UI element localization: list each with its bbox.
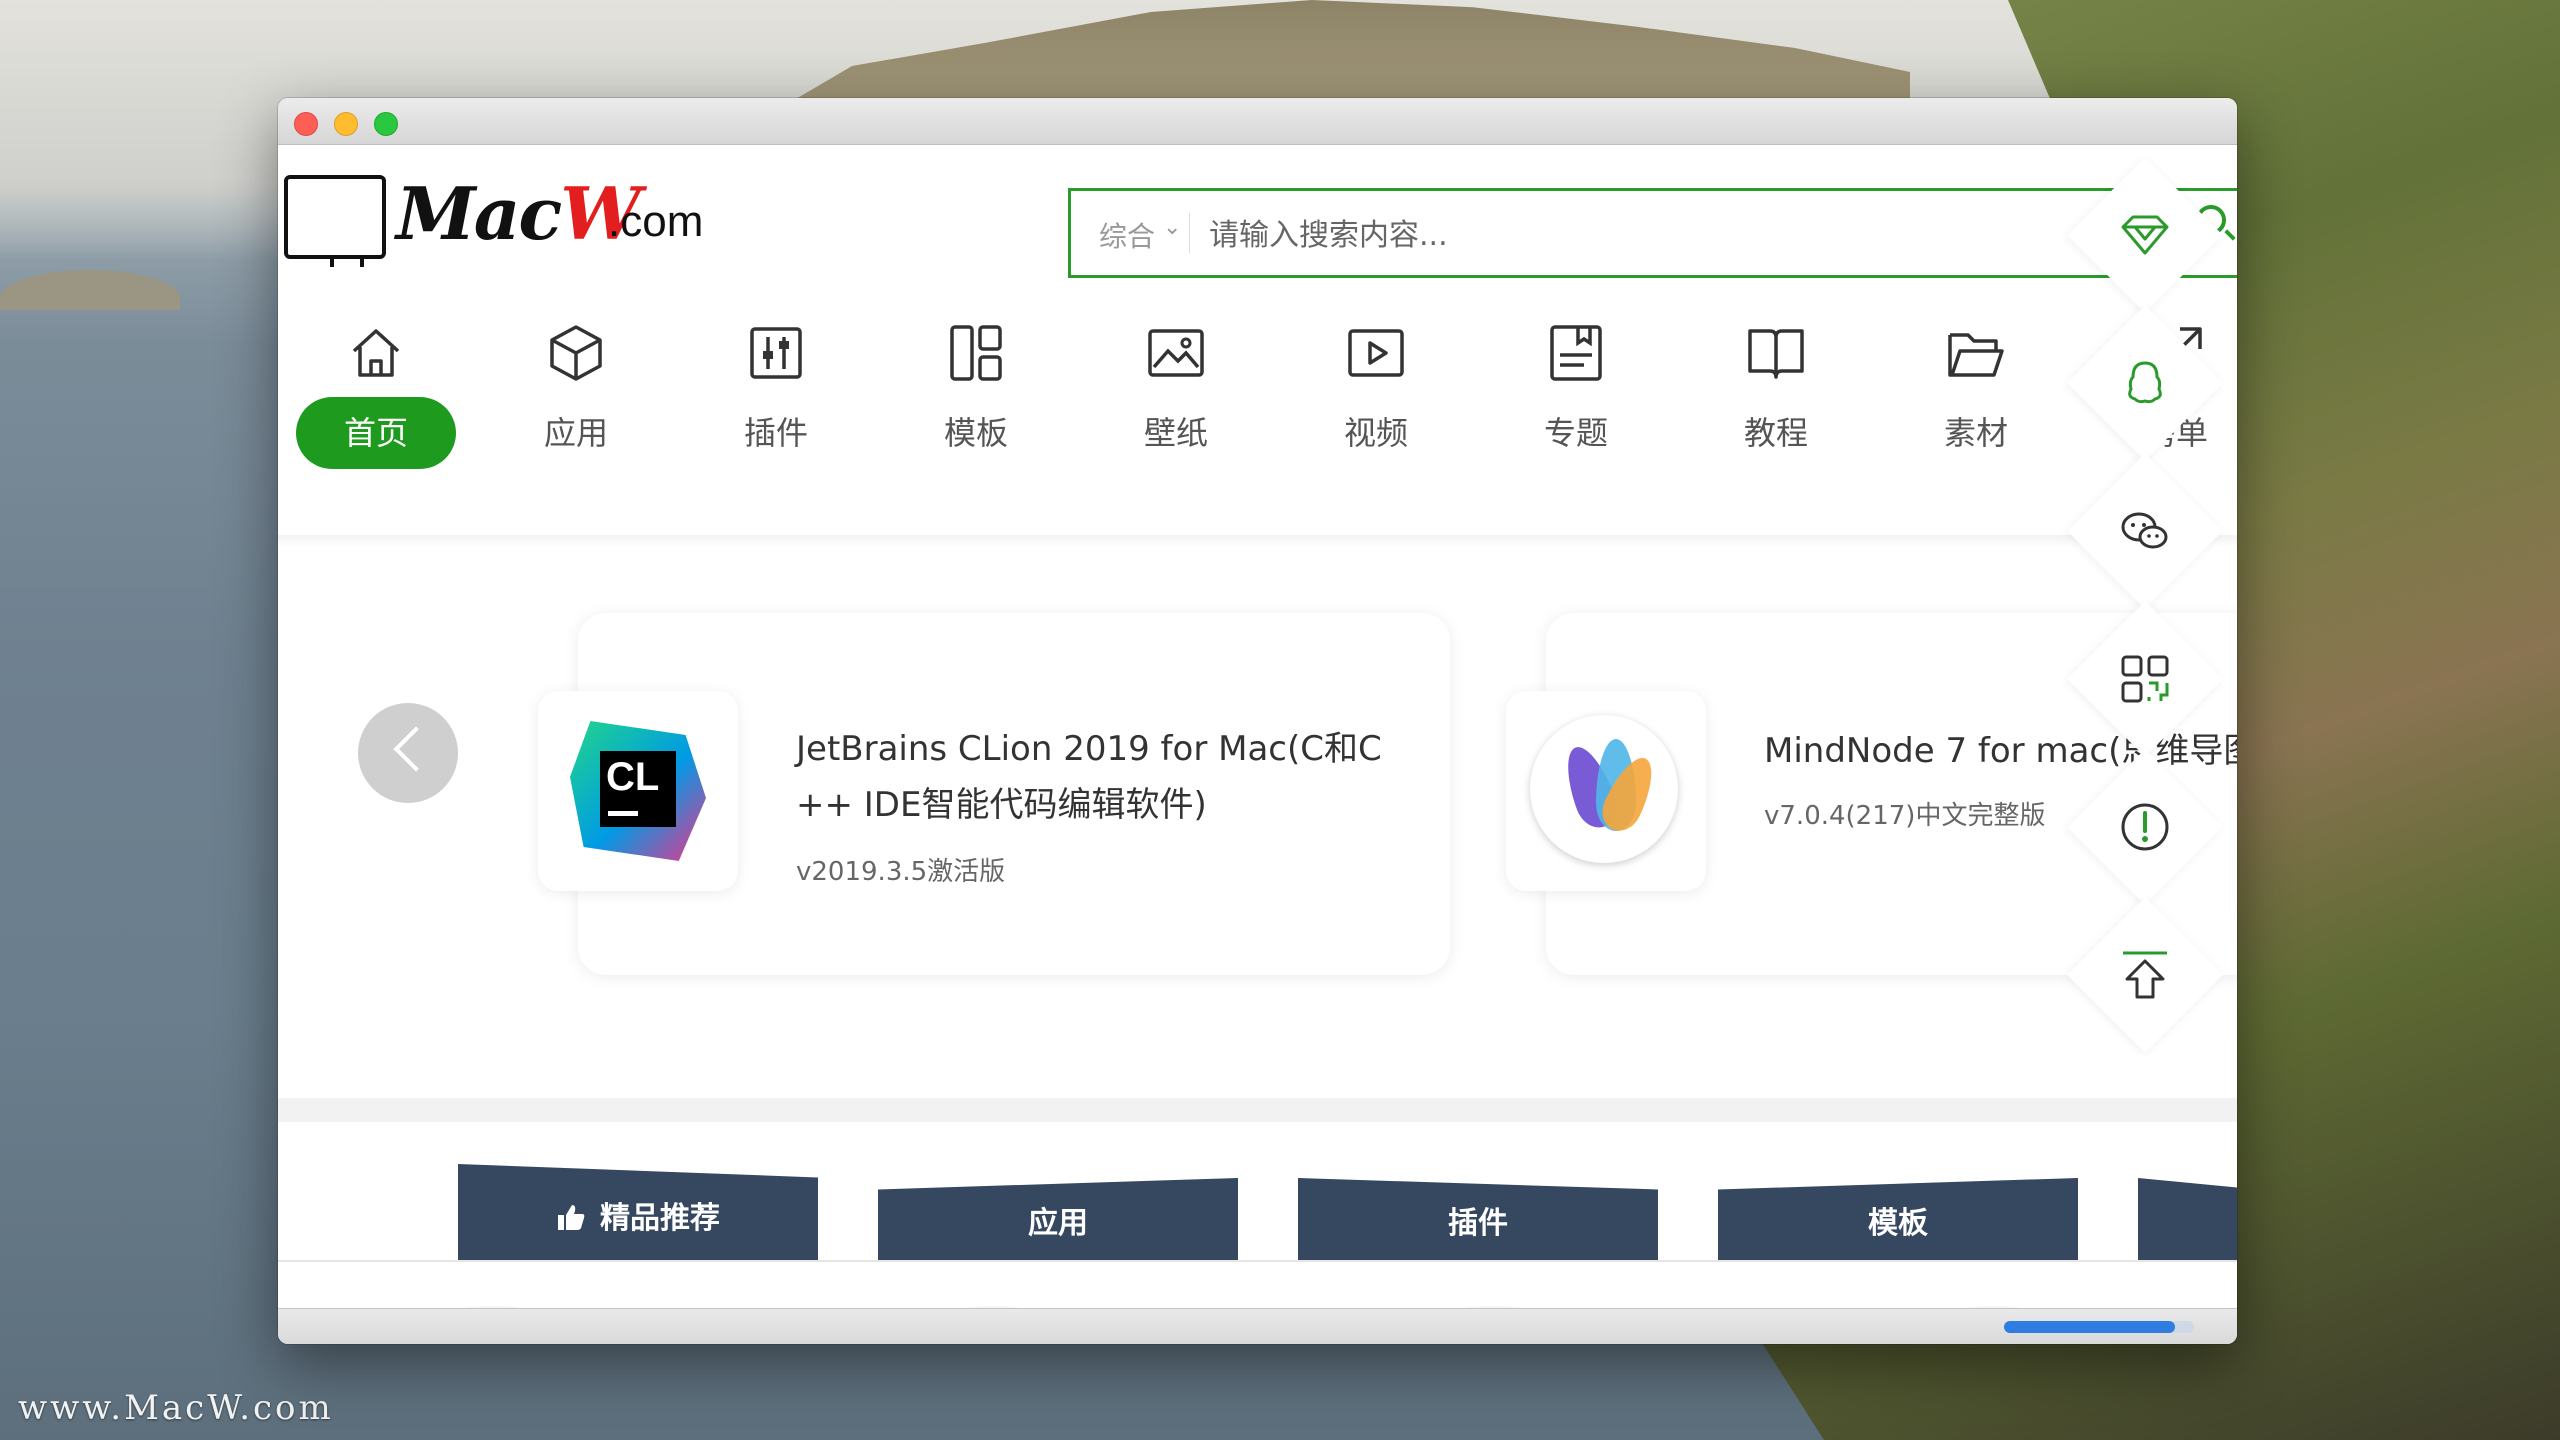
minimize-button[interactable] (334, 112, 358, 136)
home-icon (352, 329, 400, 377)
zoom-button[interactable] (374, 112, 398, 136)
tab-label: 精品推荐 (600, 1201, 720, 1236)
qrcode-icon (2121, 655, 2169, 703)
nav-videos[interactable]: 视频 (1296, 313, 1456, 463)
section-separator (278, 1098, 2237, 1122)
play-icon (1348, 329, 1404, 377)
layout-icon (950, 325, 1002, 381)
nav-tutorials[interactable]: 教程 (1696, 313, 1856, 463)
close-button[interactable] (294, 112, 318, 136)
sidebar-qrcode[interactable] (2067, 601, 2223, 757)
sidebar-vip[interactable] (2067, 157, 2223, 313)
tab-label: 模板 (1868, 1206, 1928, 1241)
back-to-top-icon (2123, 951, 2167, 999)
carousel-card[interactable]: CL JetBrains CLion 2019 for Mac(C和C ++ I… (538, 613, 1450, 975)
featured-carousel: CL JetBrains CLion 2019 for Mac(C和C ++ I… (278, 548, 2237, 1108)
clion-icon: CL (560, 713, 716, 869)
nav-topics[interactable]: 专题 (1496, 313, 1656, 463)
nav-label: 应用 (543, 414, 608, 452)
title-bar (278, 98, 2237, 145)
main-nav: 首页 应用 插件 模板 壁纸 视频 专题 教程 素材 榜单 (296, 313, 2208, 469)
carousel-prev-button[interactable] (358, 703, 458, 803)
feedback-icon (2121, 803, 2169, 851)
folder-icon (1948, 333, 2004, 377)
sidebar-wechat[interactable] (2067, 453, 2223, 609)
floating-toolbar (2067, 157, 2223, 1053)
search-divider (1189, 213, 1190, 253)
app-icon-frame: CL (538, 691, 738, 891)
tab-recommended[interactable]: 精品推荐 (458, 1164, 818, 1260)
chevron-down-icon: ⌄ (1163, 215, 1182, 240)
clion-icon-badge: CL (600, 751, 676, 827)
app-icon-frame (1506, 691, 1706, 891)
loading-progress-bar (2004, 1321, 2194, 1333)
site-header: MacW .com 综合 ⌄ 首页 应用 插件 (278, 145, 2237, 585)
nav-label: 壁纸 (1143, 414, 1208, 452)
cube-icon (550, 325, 602, 381)
nav-materials[interactable]: 素材 (1896, 313, 2056, 463)
sidebar-back-to-top[interactable] (2067, 897, 2223, 1053)
nav-label: 教程 (1743, 414, 1808, 452)
sliders-icon (750, 327, 802, 379)
logo-domain: .com (608, 197, 704, 246)
browser-window: MacW .com 综合 ⌄ 首页 应用 插件 (278, 98, 2237, 1344)
nav-label: 视频 (1343, 414, 1408, 452)
share-icon (2128, 361, 2162, 404)
book-icon (1748, 329, 1804, 379)
nav-home[interactable]: 首页 (296, 313, 456, 469)
nav-apps[interactable]: 应用 (496, 313, 656, 463)
card-version: v7.0.4(217)中文完整版 (1764, 801, 2046, 831)
tabs-baseline (278, 1260, 2237, 1262)
nav-label: 素材 (1943, 414, 2008, 452)
mindnode-icon (1530, 715, 1678, 863)
header-shadow (278, 535, 2237, 547)
tab-templates[interactable]: 模板 (1718, 1178, 2078, 1260)
nav-plugins[interactable]: 插件 (696, 313, 856, 463)
watermark: www.MacW.com (18, 1388, 334, 1428)
card-title[interactable]: JetBrains CLion 2019 for Mac(C和C ++ IDE智… (796, 721, 1416, 833)
nav-label: 插件 (743, 414, 808, 452)
tab-plugins[interactable]: 插件 (1298, 1178, 1658, 1260)
tab-label: 插件 (1448, 1206, 1508, 1241)
desktop-islet (0, 270, 180, 310)
nav-label: 首页 (296, 397, 456, 469)
sidebar-share[interactable] (2067, 305, 2223, 461)
bookmark-doc-icon (1550, 325, 1602, 381)
nav-label: 专题 (1543, 414, 1608, 452)
logo-monitor-icon (284, 175, 386, 267)
image-icon (1148, 329, 1204, 377)
thumbs-up-icon (558, 1205, 585, 1230)
nav-label: 模板 (943, 414, 1008, 452)
loading-progress-fill (2004, 1321, 2175, 1333)
tab-apps[interactable]: 应用 (878, 1178, 1238, 1260)
nav-templates[interactable]: 模板 (896, 313, 1056, 463)
nav-wallpapers[interactable]: 壁纸 (1096, 313, 1256, 463)
wechat-icon (2121, 512, 2168, 549)
card-version: v2019.3.5激活版 (796, 857, 1006, 887)
tab-more[interactable] (2138, 1178, 2237, 1260)
status-bar (278, 1308, 2237, 1344)
tab-label: 应用 (1028, 1206, 1088, 1241)
logo-wordmark: MacW (396, 171, 641, 256)
search-bar: 综合 ⌄ (1068, 188, 2237, 278)
search-input[interactable] (1207, 209, 1991, 261)
diamond-icon (2121, 215, 2169, 255)
search-category-select[interactable]: 综合 (1099, 215, 1155, 255)
sidebar-feedback[interactable] (2067, 749, 2223, 905)
